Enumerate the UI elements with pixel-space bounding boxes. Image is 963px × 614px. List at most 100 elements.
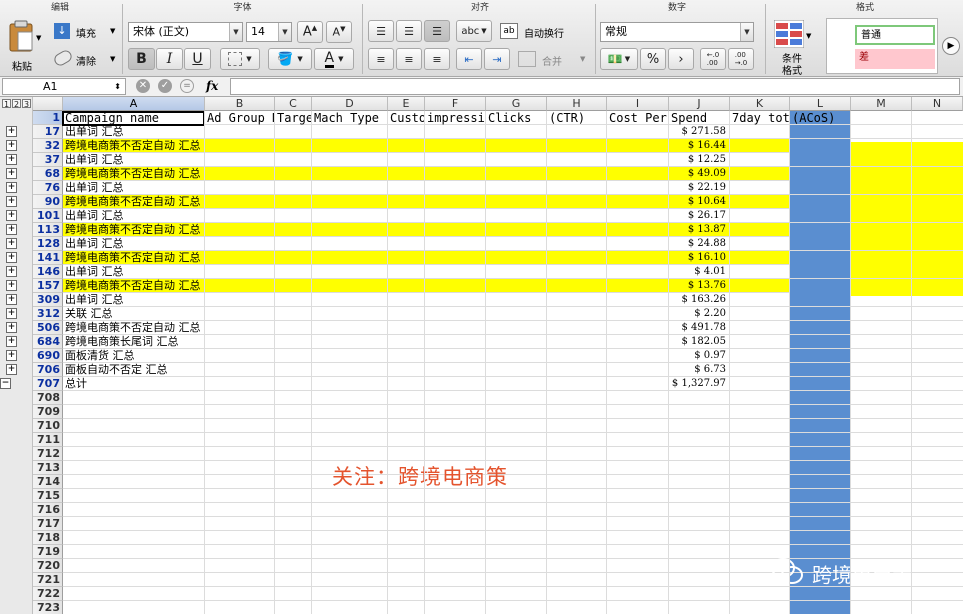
expand-group-button[interactable]: +: [6, 336, 17, 347]
campaign-name-cell[interactable]: 关联 汇总: [65, 307, 204, 321]
column-header-k[interactable]: K: [730, 97, 790, 111]
bold-button[interactable]: B: [128, 48, 155, 70]
row-header[interactable]: 714: [33, 475, 63, 489]
expand-group-button[interactable]: +: [6, 224, 17, 235]
column-header-d[interactable]: D: [312, 97, 388, 111]
fill-color-button[interactable]: 🪣 ▼: [268, 48, 312, 70]
row-header[interactable]: 718: [33, 531, 63, 545]
header-cell-l[interactable]: (ACoS): [792, 111, 850, 125]
column-header-l[interactable]: L: [790, 97, 851, 111]
row-header[interactable]: 719: [33, 545, 63, 559]
header-cell-f[interactable]: impressions: [427, 111, 485, 125]
column-header-e[interactable]: E: [388, 97, 425, 111]
align-left-button[interactable]: ≡: [368, 48, 394, 70]
spend-cell[interactable]: $ 491.78: [671, 321, 729, 335]
increase-indent-button[interactable]: ⇥: [484, 48, 510, 70]
spend-cell[interactable]: $ 2.20: [671, 307, 729, 321]
row-header[interactable]: 101: [33, 209, 63, 223]
header-cell-m[interactable]: [853, 111, 911, 125]
row-header[interactable]: 716: [33, 503, 63, 517]
cancel-icon[interactable]: ✕: [136, 79, 150, 93]
header-cell-d[interactable]: Mach Type: [314, 111, 387, 125]
name-box[interactable]: A1 ⬍: [2, 78, 126, 95]
expand-group-button[interactable]: +: [6, 280, 17, 291]
expand-group-button[interactable]: +: [6, 308, 17, 319]
row-header[interactable]: 312: [33, 307, 63, 321]
fx-button[interactable]: fx: [206, 79, 218, 93]
percent-button[interactable]: %: [640, 48, 666, 70]
campaign-name-cell[interactable]: 总计: [65, 377, 204, 391]
expand-group-button[interactable]: +: [6, 364, 17, 375]
row-header[interactable]: 711: [33, 433, 63, 447]
conditional-formatting-button[interactable]: ▼ 条件 格式: [770, 18, 816, 77]
row-header[interactable]: 707: [33, 377, 63, 391]
align-top-button[interactable]: ☰: [368, 20, 394, 42]
spend-cell[interactable]: $ 22.19: [671, 181, 729, 195]
italic-button[interactable]: I: [156, 48, 183, 70]
campaign-name-cell[interactable]: 面板清货 汇总: [65, 349, 204, 363]
align-bottom-button[interactable]: ☰: [424, 20, 450, 42]
merge-button[interactable]: 合并 ▼: [518, 50, 588, 70]
header-cell-g[interactable]: Clicks: [488, 111, 546, 125]
font-size-select[interactable]: 14 ▼: [246, 22, 292, 42]
decrease-font-size-button[interactable]: A▼: [326, 21, 352, 43]
align-middle-button[interactable]: ☰: [396, 20, 422, 42]
row-header[interactable]: 713: [33, 461, 63, 475]
campaign-name-cell[interactable]: 跨境电商策不否定自动 汇总: [65, 321, 204, 335]
formula-input[interactable]: [230, 78, 960, 95]
font-color-button[interactable]: A ▼: [314, 48, 354, 70]
campaign-name-cell[interactable]: 跨境电商策不否定自动 汇总: [65, 195, 204, 209]
style-bad[interactable]: 差: [855, 49, 935, 69]
row-header[interactable]: 309: [33, 293, 63, 307]
outline-level-button[interactable]: 2: [12, 99, 21, 109]
font-name-select[interactable]: 宋体 (正文) ▼: [128, 22, 243, 42]
column-header-h[interactable]: H: [547, 97, 607, 111]
spend-cell[interactable]: $ 4.01: [671, 265, 729, 279]
spend-cell[interactable]: $ 16.10: [671, 251, 729, 265]
styles-scroll-button[interactable]: ▶: [942, 37, 960, 55]
increase-decimal-button[interactable]: ←.0 .00: [700, 48, 726, 70]
column-header-b[interactable]: B: [205, 97, 275, 111]
header-cell-i[interactable]: Cost Per Click: [609, 111, 668, 125]
spend-cell[interactable]: $ 13.87: [671, 223, 729, 237]
row-header[interactable]: 68: [33, 167, 63, 181]
campaign-name-cell[interactable]: 跨境电商策不否定自动 汇总: [65, 251, 204, 265]
expand-group-button[interactable]: +: [6, 196, 17, 207]
campaign-name-cell[interactable]: 出单词 汇总: [65, 237, 204, 251]
expand-group-button[interactable]: +: [6, 210, 17, 221]
expand-group-button[interactable]: +: [6, 182, 17, 193]
formula-builder-icon[interactable]: =: [180, 79, 194, 93]
spend-cell[interactable]: $ 182.05: [671, 335, 729, 349]
spend-cell[interactable]: $ 26.17: [671, 209, 729, 223]
row-header[interactable]: 157: [33, 279, 63, 293]
header-cell-e[interactable]: Customer: [390, 111, 424, 125]
select-all-corner[interactable]: [33, 97, 63, 111]
increase-font-size-button[interactable]: A▲: [297, 21, 323, 43]
expand-group-button[interactable]: +: [6, 252, 17, 263]
accounting-format-button[interactable]: 💵 ▼: [600, 48, 638, 70]
expand-group-button[interactable]: +: [6, 294, 17, 305]
expand-group-button[interactable]: +: [6, 168, 17, 179]
row-header[interactable]: 506: [33, 321, 63, 335]
row-header[interactable]: 709: [33, 405, 63, 419]
collapse-group-button[interactable]: −: [0, 378, 11, 389]
campaign-name-cell[interactable]: 出单词 汇总: [65, 293, 204, 307]
spend-cell[interactable]: $ 12.25: [671, 153, 729, 167]
style-normal[interactable]: 普通: [855, 25, 935, 45]
campaign-name-cell[interactable]: 跨境电商策不否定自动 汇总: [65, 167, 204, 181]
paste-button[interactable]: ▼ 粘贴: [4, 18, 44, 74]
campaign-name-cell[interactable]: 出单词 汇总: [65, 181, 204, 195]
row-header[interactable]: 141: [33, 251, 63, 265]
row-header[interactable]: 722: [33, 587, 63, 601]
column-header-n[interactable]: N: [912, 97, 963, 111]
row-header[interactable]: 723: [33, 601, 63, 614]
campaign-name-cell[interactable]: 跨境电商策长尾词 汇总: [65, 335, 204, 349]
decrease-indent-button[interactable]: ⇤: [456, 48, 482, 70]
row-header[interactable]: 717: [33, 517, 63, 531]
wrap-text-button[interactable]: ab 自动换行: [500, 22, 590, 42]
row-header[interactable]: 76: [33, 181, 63, 195]
row-header[interactable]: 721: [33, 573, 63, 587]
spend-cell[interactable]: $ 16.44: [671, 139, 729, 153]
underline-button[interactable]: U: [184, 48, 211, 70]
row-header[interactable]: 684: [33, 335, 63, 349]
